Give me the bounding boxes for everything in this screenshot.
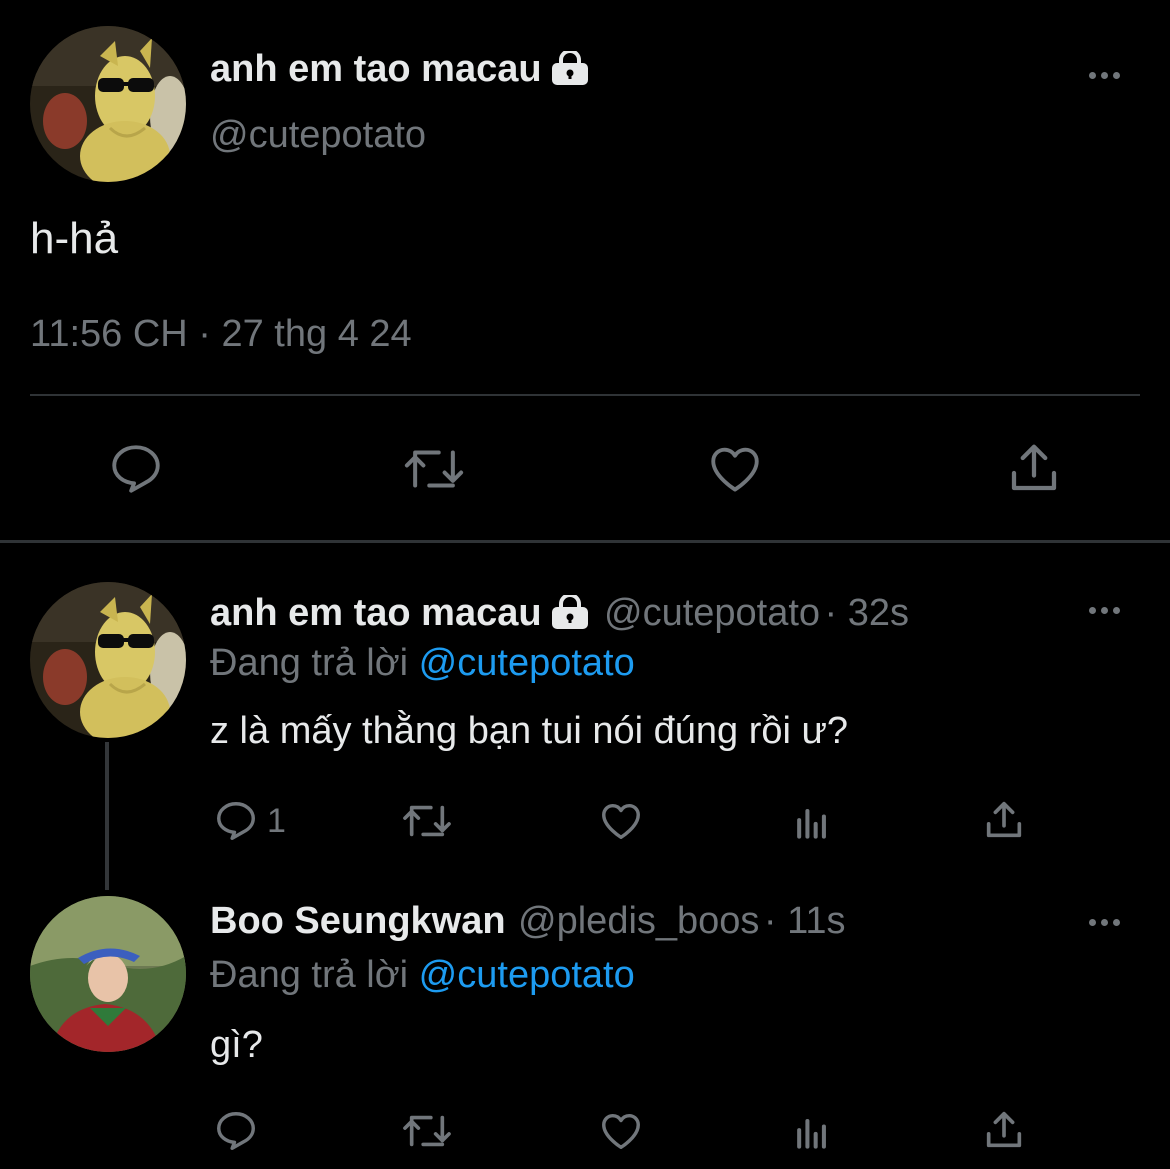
reply-button[interactable] xyxy=(213,1108,267,1154)
like-icon[interactable] xyxy=(597,798,645,844)
replying-prefix: Đang trả lời xyxy=(210,954,409,996)
display-name-text[interactable]: anh em tao macau xyxy=(210,48,542,90)
like-icon[interactable] xyxy=(597,1108,645,1154)
retweet-icon[interactable] xyxy=(401,440,467,498)
handle[interactable]: @cutepotato xyxy=(604,592,820,634)
share-icon[interactable] xyxy=(981,797,1027,843)
replying-to: Đang trả lời @cutepotato xyxy=(210,642,635,685)
retweet-icon[interactable] xyxy=(400,798,454,844)
lock-icon xyxy=(551,51,588,85)
reply-header: Boo Seungkwan @pledis_boos · 11s xyxy=(210,900,846,943)
reply-icon xyxy=(217,1112,255,1150)
avatar[interactable] xyxy=(30,26,186,182)
handle[interactable]: @pledis_boos xyxy=(518,900,759,942)
reply-time[interactable]: · 11s xyxy=(764,900,846,942)
more-options-button[interactable] xyxy=(1089,72,1120,79)
replying-to: Đang trả lời @cutepotato xyxy=(210,954,635,997)
avatar[interactable] xyxy=(30,896,186,1052)
reply-time[interactable]: · 32s xyxy=(825,592,909,634)
more-options-button[interactable] xyxy=(1089,919,1120,926)
share-icon[interactable] xyxy=(981,1107,1027,1153)
reply-count: 1 xyxy=(267,801,286,840)
tweet-text: h-hả xyxy=(30,214,119,263)
lock-icon xyxy=(551,595,588,629)
reply-text: z là mấy thằng bạn tui nói đúng rồi ư? xyxy=(210,710,849,752)
replying-to-link[interactable]: @cutepotato xyxy=(419,954,635,996)
display-name[interactable]: Boo Seungkwan xyxy=(210,900,506,942)
reply-icon[interactable] xyxy=(107,440,165,498)
retweet-icon[interactable] xyxy=(400,1108,454,1154)
timestamp[interactable]: 11:56 CH · 27 thg 4 24 xyxy=(30,313,412,356)
thread-line xyxy=(105,742,109,890)
like-icon[interactable] xyxy=(706,440,764,498)
reply-text: gì? xyxy=(210,1024,263,1066)
reply-icon xyxy=(217,802,255,840)
avatar[interactable] xyxy=(30,582,186,738)
divider xyxy=(30,394,1140,396)
analytics-icon[interactable] xyxy=(790,800,834,844)
more-options-button[interactable] xyxy=(1089,607,1120,614)
replying-to-link[interactable]: @cutepotato xyxy=(419,642,635,684)
replying-prefix: Đang trả lời xyxy=(210,642,409,684)
display-name[interactable]: anh em tao macau xyxy=(210,592,542,634)
share-icon[interactable] xyxy=(1004,438,1064,498)
analytics-icon[interactable] xyxy=(790,1110,834,1154)
reply-header: anh em tao macau @cutepotato · 32s xyxy=(210,592,909,635)
reply-button[interactable]: 1 xyxy=(213,798,286,844)
section-divider xyxy=(0,540,1170,543)
display-name[interactable]: anh em tao macau xyxy=(210,48,590,91)
handle[interactable]: @cutepotato xyxy=(210,114,426,157)
